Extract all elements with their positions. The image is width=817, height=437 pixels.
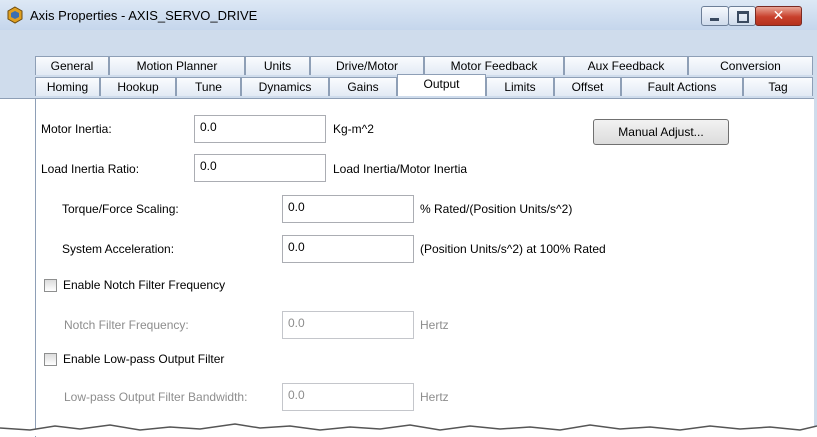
minimize-button[interactable]: [701, 6, 729, 26]
motor-inertia-label: Motor Inertia:: [41, 122, 112, 136]
minimize-icon: [710, 18, 719, 21]
enable-lowpass-filter-label: Enable Low-pass Output Filter: [63, 352, 225, 366]
tab-tune[interactable]: Tune: [176, 77, 241, 96]
system-acceleration-field[interactable]: 0.0: [282, 235, 414, 263]
title-bar[interactable]: Axis Properties - AXIS_SERVO_DRIVE ✕: [0, 0, 817, 30]
tab-units[interactable]: Units: [245, 56, 310, 75]
enable-notch-filter-checkbox[interactable]: [44, 279, 57, 292]
notch-filter-frequency-field[interactable]: 0.0: [282, 311, 414, 339]
tab-conversion[interactable]: Conversion: [688, 56, 813, 75]
lowpass-bandwidth-field[interactable]: 0.0: [282, 383, 414, 411]
axis-properties-window: Axis Properties - AXIS_SERVO_DRIVE ✕ Gen…: [0, 0, 817, 437]
motor-inertia-unit: Kg-m^2: [333, 122, 374, 136]
tab-homing[interactable]: Homing: [35, 77, 100, 96]
torque-force-scaling-label: Torque/Force Scaling:: [62, 202, 179, 216]
manual-adjust-button[interactable]: Manual Adjust...: [593, 119, 729, 145]
lowpass-bandwidth-unit: Hertz: [420, 390, 449, 404]
notch-filter-frequency-unit: Hertz: [420, 318, 449, 332]
maximize-icon: [737, 11, 749, 23]
tab-gains[interactable]: Gains: [329, 77, 397, 96]
system-acceleration-label: System Acceleration:: [62, 242, 175, 256]
tab-offset[interactable]: Offset: [554, 77, 621, 96]
tab-hookup[interactable]: Hookup: [100, 77, 176, 96]
load-inertia-ratio-field[interactable]: 0.0: [194, 154, 326, 182]
load-inertia-ratio-unit: Load Inertia/Motor Inertia: [333, 162, 468, 176]
output-tab-panel: [35, 98, 814, 437]
tab-aux-feedback[interactable]: Aux Feedback: [564, 56, 688, 75]
motor-inertia-field[interactable]: 0.0: [194, 115, 326, 143]
enable-lowpass-filter-checkbox[interactable]: [44, 353, 57, 366]
tab-output[interactable]: Output: [397, 74, 486, 96]
torque-force-scaling-field[interactable]: 0.0: [282, 195, 414, 223]
tab-tag[interactable]: Tag: [743, 77, 813, 96]
tab-general[interactable]: General: [35, 56, 109, 75]
panel-left-area: [0, 98, 35, 437]
notch-filter-frequency-label: Notch Filter Frequency:: [64, 318, 189, 332]
close-button[interactable]: ✕: [755, 6, 802, 26]
torn-edge: [0, 423, 817, 436]
tab-dynamics[interactable]: Dynamics: [241, 77, 329, 96]
tab-limits[interactable]: Limits: [486, 77, 554, 96]
tab-motor-feedback[interactable]: Motor Feedback: [424, 56, 564, 75]
window-title: Axis Properties - AXIS_SERVO_DRIVE: [30, 8, 258, 23]
enable-notch-filter-label: Enable Notch Filter Frequency: [63, 278, 226, 292]
axis-properties-icon: [7, 6, 23, 24]
system-acceleration-unit: (Position Units/s^2) at 100% Rated: [420, 242, 606, 256]
lowpass-bandwidth-label: Low-pass Output Filter Bandwidth:: [64, 390, 248, 404]
load-inertia-ratio-label: Load Inertia Ratio:: [41, 162, 140, 176]
torque-force-scaling-unit: % Rated/(Position Units/s^2): [420, 202, 573, 216]
tab-fault-actions[interactable]: Fault Actions: [621, 77, 743, 96]
close-icon: ✕: [772, 8, 785, 24]
tab-drive-motor[interactable]: Drive/Motor: [310, 56, 424, 75]
maximize-button[interactable]: [728, 6, 756, 26]
tab-strip: General Motion Planner Units Drive/Motor…: [0, 30, 817, 98]
tab-motion-planner[interactable]: Motion Planner: [109, 56, 245, 75]
